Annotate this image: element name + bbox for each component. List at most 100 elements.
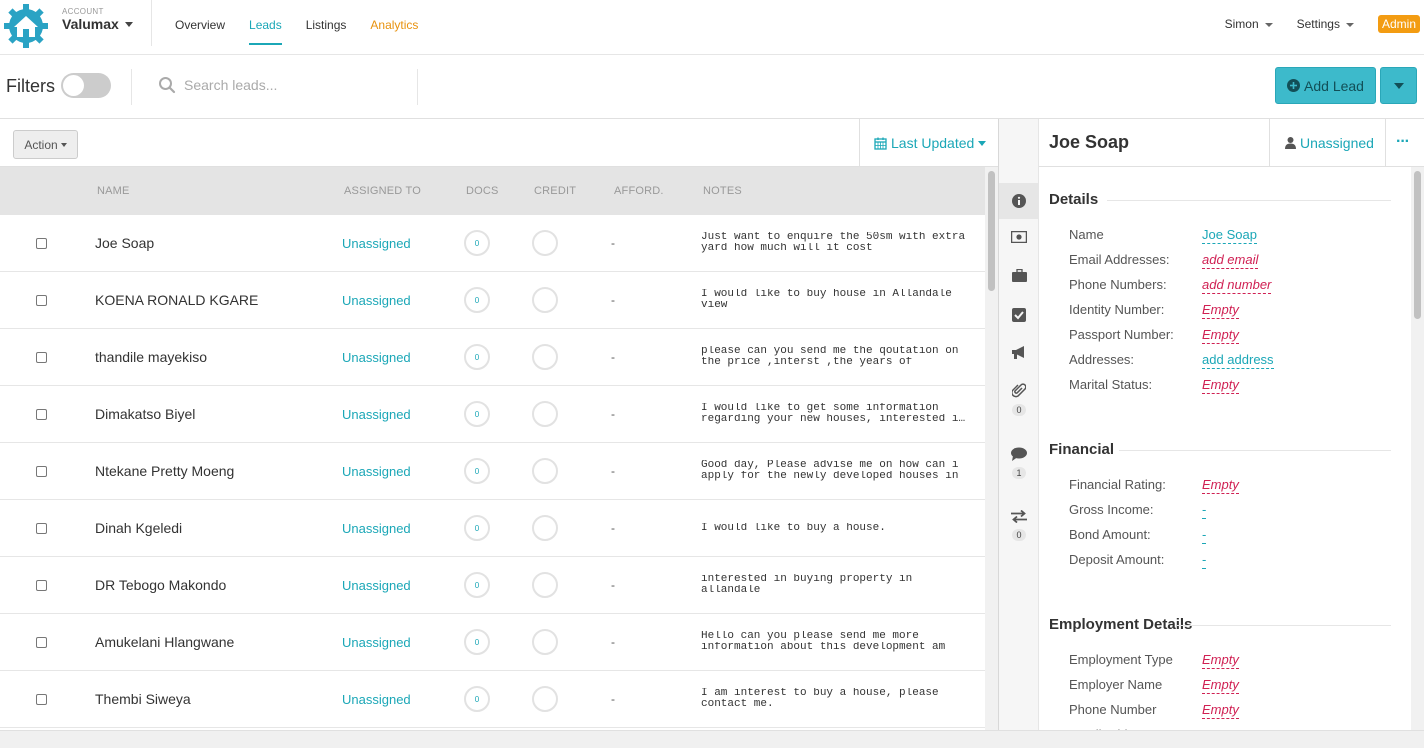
table-row[interactable]: Joe Soap Unassigned 0 - Just want to enquire… — [0, 215, 985, 272]
add-lead-dropdown-button[interactable] — [1380, 67, 1417, 104]
col-header-name[interactable]: NAME — [97, 185, 130, 197]
settings-menu[interactable]: Settings — [1297, 17, 1354, 31]
editable-field-value[interactable]: - — [1202, 527, 1207, 544]
row-checkbox[interactable] — [36, 693, 47, 705]
row-checkbox[interactable] — [36, 408, 47, 420]
col-header-assigned[interactable]: ASSIGNED TO — [344, 185, 421, 197]
tab-transfers[interactable]: 0 — [999, 510, 1039, 541]
editable-field-value[interactable]: Empty — [1202, 302, 1239, 319]
tab-attachments[interactable]: 0 — [999, 383, 1039, 416]
assigned-to-link[interactable]: Unassigned — [342, 293, 411, 308]
tab-employment[interactable] — [999, 269, 1039, 282]
scrollbar-thumb[interactable] — [988, 171, 995, 291]
sort-dropdown-button[interactable]: Last Updated — [874, 135, 987, 151]
assigned-to-link[interactable]: Unassigned — [342, 521, 411, 536]
add-lead-button[interactable]: Add Lead — [1275, 67, 1376, 104]
docs-count-badge[interactable]: 0 — [464, 572, 490, 598]
detail-scrollbar[interactable] — [1411, 167, 1424, 730]
lead-name[interactable]: KOENA RONALD KGARE — [95, 292, 258, 308]
table-row[interactable]: Dinah Kgeledi Unassigned 0 - I would like to… — [0, 500, 985, 557]
tab-marketing[interactable] — [999, 346, 1039, 359]
table-scrollbar[interactable] — [985, 167, 998, 730]
table-row[interactable]: Amukelani Hlangwane Unassigned 0 - Hello can… — [0, 614, 985, 671]
row-checkbox[interactable] — [36, 636, 47, 648]
row-checkbox[interactable] — [36, 351, 47, 363]
editable-field-value[interactable]: Empty — [1202, 477, 1239, 494]
table-row[interactable]: DR Tebogo Makondo Unassigned 0 - interested … — [0, 557, 985, 614]
lead-name[interactable]: Thembi Siweya — [95, 691, 191, 707]
assigned-to-link[interactable]: Unassigned — [342, 236, 411, 251]
row-checkbox[interactable] — [36, 579, 47, 591]
docs-count-badge[interactable]: 0 — [464, 401, 490, 427]
field-label: Email Addresses: — [1069, 252, 1170, 267]
row-checkbox[interactable] — [36, 237, 47, 249]
lead-name[interactable]: Dimakatso Biyel — [95, 406, 195, 422]
table-row[interactable]: thandile mayekiso Unassigned 0 - please can … — [0, 329, 985, 386]
editable-field-value[interactable]: Empty — [1202, 652, 1239, 669]
user-nav: Simon Settings Admin — [1225, 15, 1424, 33]
col-header-credit[interactable]: CREDIT — [534, 185, 576, 197]
docs-count-badge[interactable]: 0 — [464, 515, 490, 541]
lead-name[interactable]: thandile mayekiso — [95, 349, 207, 365]
assigned-to-link[interactable]: Unassigned — [342, 635, 411, 650]
nav-listings[interactable]: Listings — [306, 18, 347, 45]
field-label: Phone Number — [1069, 702, 1157, 717]
table-row[interactable]: Dimakatso Biyel Unassigned 0 - I would like … — [0, 386, 985, 443]
lead-name[interactable]: Joe Soap — [95, 235, 154, 251]
table-row[interactable]: Ntekane Pretty Moeng Unassigned 0 - Good day… — [0, 443, 985, 500]
table-row[interactable]: KOENA RONALD KGARE Unassigned 0 - I would li… — [0, 272, 985, 329]
editable-field-value[interactable]: add number — [1202, 277, 1272, 294]
scrollbar-thumb[interactable] — [1414, 171, 1421, 319]
filters-toggle[interactable] — [61, 73, 111, 98]
row-checkbox[interactable] — [36, 465, 47, 477]
docs-count-badge[interactable]: 0 — [464, 344, 490, 370]
col-header-afford[interactable]: AFFORD. — [614, 185, 664, 197]
nav-overview[interactable]: Overview — [175, 18, 225, 45]
user-menu[interactable]: Simon — [1225, 17, 1273, 31]
nav-leads[interactable]: Leads — [249, 18, 282, 45]
lead-name[interactable]: Dinah Kgeledi — [95, 520, 182, 536]
tab-financial[interactable] — [999, 231, 1039, 243]
docs-count-badge[interactable]: 0 — [464, 287, 490, 313]
editable-field-value[interactable]: add email — [1202, 252, 1259, 269]
editable-field-value[interactable]: Empty — [1202, 327, 1239, 344]
assigned-to-link[interactable]: Unassigned — [342, 578, 411, 593]
editable-field-value[interactable]: Empty — [1202, 377, 1239, 394]
lead-name[interactable]: DR Tebogo Makondo — [95, 577, 226, 593]
assigned-to-link[interactable]: Unassigned — [342, 350, 411, 365]
tab-info[interactable] — [999, 183, 1039, 219]
row-checkbox[interactable] — [36, 522, 47, 534]
tab-comments[interactable]: 1 — [999, 447, 1039, 479]
editable-field-value[interactable]: add address — [1202, 352, 1274, 369]
horizontal-scrollbar[interactable] — [0, 730, 1424, 748]
editable-field-value[interactable]: Empty — [1202, 677, 1239, 694]
lead-name[interactable]: Amukelani Hlangwane — [95, 634, 234, 650]
docs-count-badge[interactable]: 0 — [464, 230, 490, 256]
docs-count-badge[interactable]: 0 — [464, 686, 490, 712]
nav-analytics[interactable]: Analytics — [370, 18, 418, 45]
docs-count-badge[interactable]: 0 — [464, 458, 490, 484]
assigned-to-link[interactable]: Unassigned — [342, 407, 411, 422]
col-header-notes[interactable]: NOTES — [703, 185, 742, 197]
row-checkbox[interactable] — [36, 294, 47, 306]
editable-field-value[interactable]: Joe Soap — [1202, 227, 1257, 244]
editable-field-value[interactable]: - — [1202, 552, 1207, 569]
lead-notes: Hello can you please send me more informa… — [701, 631, 976, 653]
assigned-to-link[interactable]: Unassigned — [342, 692, 411, 707]
assigned-to-link[interactable]: Unassigned — [342, 464, 411, 479]
col-header-docs[interactable]: DOCS — [466, 185, 499, 197]
house-gear-logo-icon[interactable] — [2, 1, 50, 49]
docs-count-badge[interactable]: 0 — [464, 629, 490, 655]
notes-line: view — [701, 300, 728, 311]
more-options-icon[interactable]: ··· — [1396, 133, 1410, 151]
search-input[interactable] — [184, 73, 404, 97]
editable-field-value[interactable]: Empty — [1202, 702, 1239, 719]
editable-field-value[interactable]: - — [1202, 502, 1207, 519]
tab-tasks[interactable] — [999, 308, 1039, 322]
action-dropdown-button[interactable]: Action — [13, 130, 78, 159]
detail-assign-button[interactable]: Unassigned — [1285, 135, 1374, 151]
table-row[interactable]: Thembi Siweya Unassigned 0 - I am interest t… — [0, 671, 985, 728]
account-switcher[interactable]: ACCOUNT Valumax — [62, 7, 133, 34]
admin-badge[interactable]: Admin — [1377, 15, 1420, 33]
lead-name[interactable]: Ntekane Pretty Moeng — [95, 463, 234, 479]
